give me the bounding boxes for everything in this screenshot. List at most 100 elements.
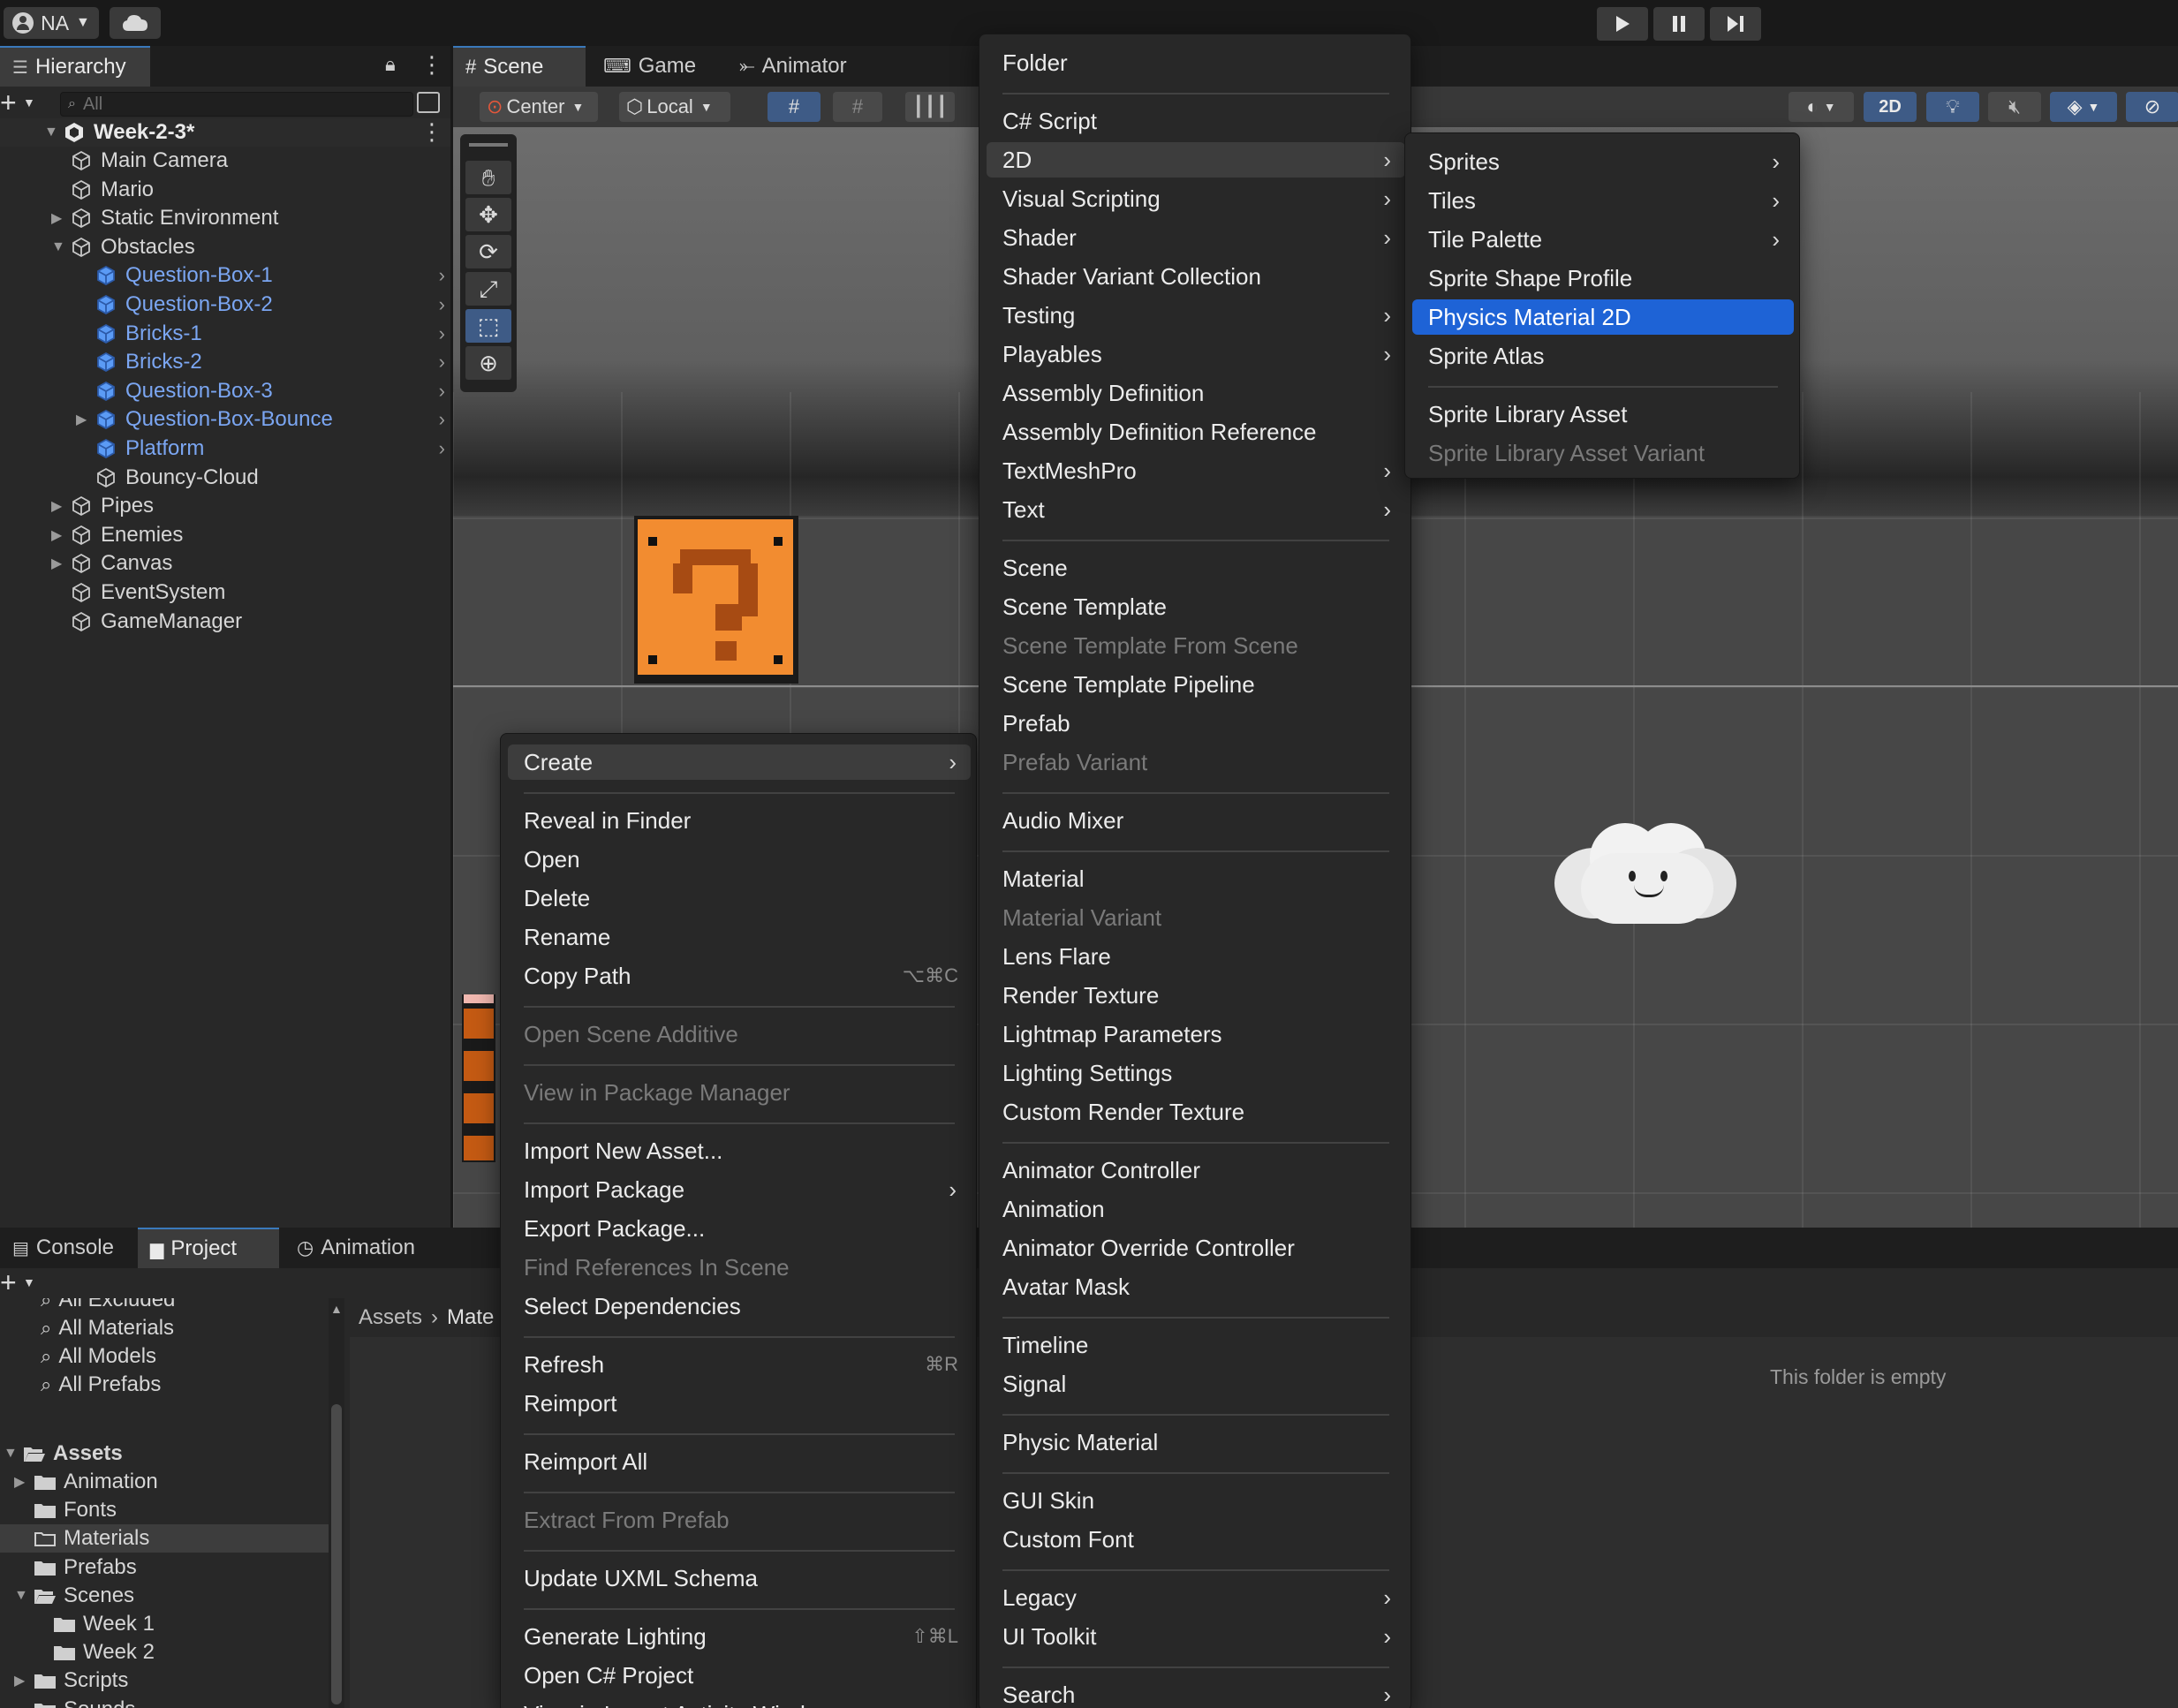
chevron-right-icon[interactable]: › xyxy=(439,437,445,460)
menu-item-sprite-atlas[interactable]: Sprite Atlas xyxy=(1412,338,1794,374)
hierarchy-item-obstacles[interactable]: ▼ Obstacles xyxy=(0,233,450,261)
menu-item-lens-flare[interactable]: Lens Flare xyxy=(987,939,1405,974)
chevron-right-icon[interactable]: › xyxy=(439,408,445,431)
favorite-all-prefabs[interactable]: ⌕ All Prefabs xyxy=(0,1371,329,1399)
hand-tool-button[interactable]: ✋︎ xyxy=(465,161,511,194)
hierarchy-item-gamemanager[interactable]: GameManager xyxy=(0,608,450,636)
toggle-2d-button[interactable]: 2D xyxy=(1864,92,1917,122)
menu-item-playables[interactable]: Playables › xyxy=(987,336,1405,372)
chevron-right-icon[interactable]: › xyxy=(439,264,445,287)
favorite-all-materials[interactable]: ⌕ All Materials xyxy=(0,1314,329,1342)
hierarchy-item-question-box-3[interactable]: Question-Box-3 › xyxy=(0,377,450,405)
menu-item-search[interactable]: Search › xyxy=(987,1677,1405,1708)
menu-item-text[interactable]: Text › xyxy=(987,492,1405,527)
menu-item-c-script[interactable]: C# Script xyxy=(987,103,1405,139)
visibility-toggle[interactable]: ⊘ xyxy=(2126,92,2178,122)
bricks-sprite[interactable] xyxy=(462,994,495,1162)
hierarchy-item-bouncy-cloud[interactable]: Bouncy-Cloud xyxy=(0,464,450,492)
menu-item-shader[interactable]: Shader › xyxy=(987,220,1405,255)
menu-item-physic-material[interactable]: Physic Material xyxy=(987,1425,1405,1460)
menu-item-reveal-in-finder[interactable]: Reveal in Finder xyxy=(508,803,971,838)
fold-down-icon[interactable]: ▼ xyxy=(14,1588,28,1604)
hierarchy-item-eventsystem[interactable]: EventSystem xyxy=(0,578,450,607)
menu-item-textmeshpro[interactable]: TextMeshPro › xyxy=(987,453,1405,488)
folder-scenes[interactable]: ▼ Scenes xyxy=(0,1582,329,1610)
hierarchy-item-question-box-bounce[interactable]: ▶ Question-Box-Bounce › xyxy=(0,405,450,434)
fold-right-icon[interactable]: ▶ xyxy=(14,1473,28,1491)
move-tool-button[interactable]: ✥ xyxy=(465,198,511,231)
menu-item-folder[interactable]: Folder xyxy=(987,45,1405,80)
hierarchy-item-question-box-2[interactable]: Question-Box-2 › xyxy=(0,291,450,319)
folder-scripts[interactable]: ▶ Scripts xyxy=(0,1666,329,1695)
folder-animation[interactable]: ▶ Animation xyxy=(0,1468,329,1496)
more-options-icon[interactable]: ⋮ xyxy=(420,118,443,146)
menu-item-signal[interactable]: Signal xyxy=(987,1366,1405,1402)
bouncy-cloud-sprite[interactable] xyxy=(1554,818,1736,929)
chevron-right-icon[interactable]: › xyxy=(439,380,445,403)
question-box-sprite[interactable] xyxy=(634,516,798,684)
scale-tool-button[interactable]: ⤢ xyxy=(465,272,511,306)
menu-item-material[interactable]: Material xyxy=(987,861,1405,896)
hierarchy-item-static-environment[interactable]: ▶ Static Environment xyxy=(0,204,450,232)
menu-item-tiles[interactable]: Tiles › xyxy=(1412,183,1794,218)
step-button[interactable] xyxy=(1710,7,1761,41)
folder-fonts[interactable]: Fonts xyxy=(0,1496,329,1524)
tab-animation[interactable]: ◷ Animation xyxy=(284,1228,427,1268)
account-dropdown[interactable]: NA ▼ xyxy=(4,7,99,39)
drag-handle[interactable] xyxy=(469,143,508,147)
fold-down-icon[interactable]: ▼ xyxy=(51,239,65,255)
audio-toggle[interactable]: 🔇︎ xyxy=(1988,92,2041,122)
fold-right-icon[interactable]: ▶ xyxy=(51,497,65,515)
menu-item-testing[interactable]: Testing › xyxy=(987,298,1405,333)
tab-scene[interactable]: # Scene xyxy=(453,46,586,87)
menu-item-refresh[interactable]: Refresh ⌘R xyxy=(508,1347,971,1382)
tab-project[interactable]: ▆ Project xyxy=(138,1228,279,1268)
add-icon[interactable]: + xyxy=(0,1266,17,1299)
chevron-right-icon[interactable]: › xyxy=(439,322,445,345)
menu-item-custom-font[interactable]: Custom Font xyxy=(987,1522,1405,1557)
menu-item-avatar-mask[interactable]: Avatar Mask xyxy=(987,1269,1405,1304)
favorite-all-models[interactable]: ⌕ All Models xyxy=(0,1342,329,1371)
pause-button[interactable] xyxy=(1653,7,1705,41)
favorite-all-excluded[interactable]: ⌕ All Excluded xyxy=(0,1298,329,1314)
menu-item-ui-toolkit[interactable]: UI Toolkit › xyxy=(987,1619,1405,1654)
folder-week-1[interactable]: Week 1 xyxy=(0,1610,329,1638)
fold-right-icon[interactable]: ▶ xyxy=(14,1672,28,1689)
lock-icon[interactable]: 🔒︎ xyxy=(385,53,396,76)
menu-item-reimport-all[interactable]: Reimport All xyxy=(508,1444,971,1479)
menu-item-assembly-definition-reference[interactable]: Assembly Definition Reference xyxy=(987,414,1405,450)
hierarchy-item-question-box-1[interactable]: Question-Box-1 › xyxy=(0,261,450,290)
menu-item-sprite-shape-profile[interactable]: Sprite Shape Profile xyxy=(1412,261,1794,296)
rotate-tool-button[interactable]: ⟳ xyxy=(465,235,511,268)
menu-item-select-dependencies[interactable]: Select Dependencies xyxy=(508,1289,971,1324)
menu-item-assembly-definition[interactable]: Assembly Definition xyxy=(987,375,1405,411)
menu-item-sprite-library-asset[interactable]: Sprite Library Asset xyxy=(1412,397,1794,432)
hierarchy-item-main-camera[interactable]: Main Camera xyxy=(0,147,450,175)
menu-item-export-package[interactable]: Export Package... xyxy=(508,1211,971,1246)
tab-console[interactable]: ▤ Console xyxy=(0,1228,126,1268)
folder-materials[interactable]: Materials xyxy=(0,1524,329,1553)
breadcrumb-current[interactable]: Mate xyxy=(447,1305,494,1330)
menu-item-open[interactable]: Open xyxy=(508,842,971,877)
hierarchy-item-bricks-2[interactable]: Bricks-2 › xyxy=(0,348,450,376)
menu-item-legacy[interactable]: Legacy › xyxy=(987,1580,1405,1615)
lighting-toggle[interactable]: 💡︎ xyxy=(1926,92,1979,122)
menu-item-rename[interactable]: Rename xyxy=(508,919,971,955)
tab-game[interactable]: ⌨︎ Game xyxy=(591,46,708,87)
menu-item-animator-override-controller[interactable]: Animator Override Controller xyxy=(987,1230,1405,1266)
menu-item-scene-template[interactable]: Scene Template xyxy=(987,589,1405,624)
menu-item-scene-template-pipeline[interactable]: Scene Template Pipeline xyxy=(987,667,1405,702)
scrollbar-thumb[interactable] xyxy=(331,1404,342,1704)
scene-row[interactable]: ▼ Week-2-3* ⋮ xyxy=(0,118,450,147)
add-icon[interactable]: + xyxy=(0,87,17,119)
hierarchy-item-platform[interactable]: Platform › xyxy=(0,435,450,463)
chevron-down-icon[interactable]: ▼ xyxy=(23,95,35,110)
hierarchy-item-mario[interactable]: Mario xyxy=(0,176,450,204)
menu-item-tile-palette[interactable]: Tile Palette › xyxy=(1412,222,1794,257)
pivot-dropdown[interactable]: ⊙ Center ▼ xyxy=(480,92,598,122)
menu-item-physics-material-2d[interactable]: Physics Material 2D xyxy=(1412,299,1794,335)
menu-item-lighting-settings[interactable]: Lighting Settings xyxy=(987,1055,1405,1091)
menu-item-2d[interactable]: 2D › xyxy=(987,142,1405,178)
grid-snap-button[interactable]: # xyxy=(768,92,821,122)
hierarchy-item-pipes[interactable]: ▶ Pipes xyxy=(0,492,450,520)
